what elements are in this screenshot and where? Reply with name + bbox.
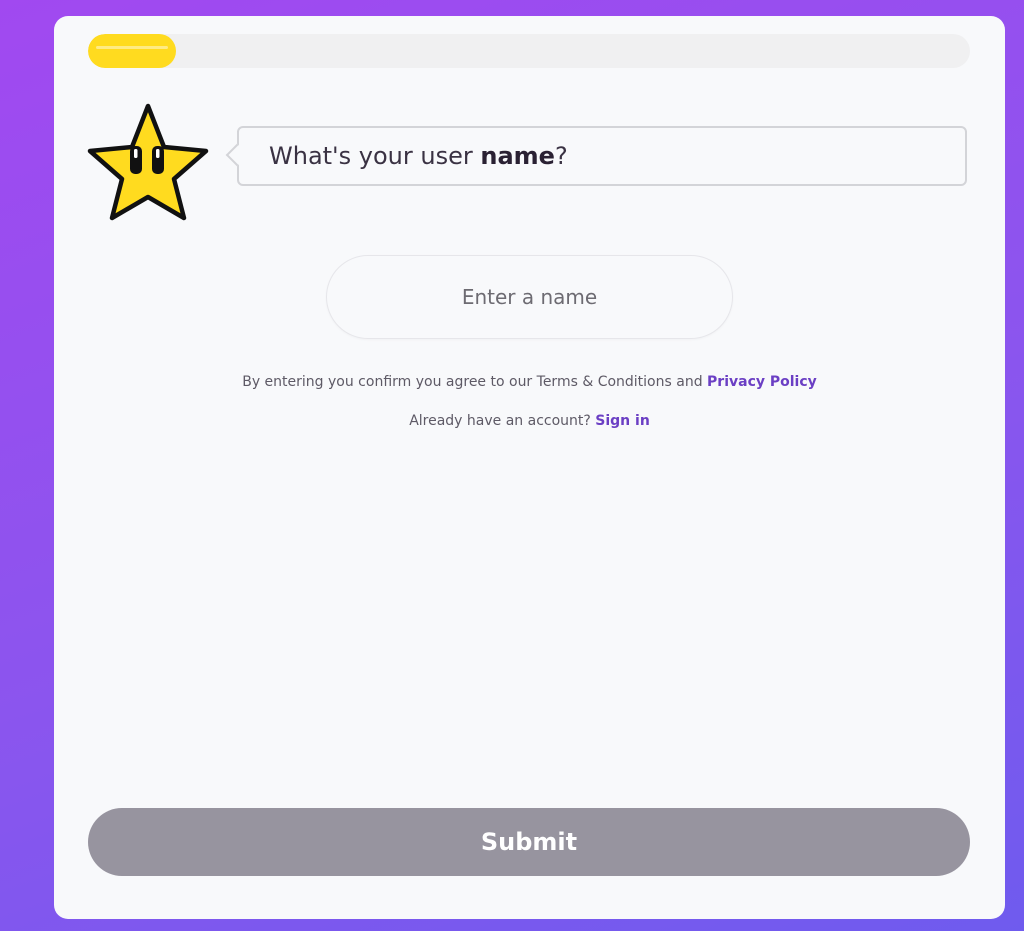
star-mascot-icon <box>87 103 209 221</box>
progress-fill <box>88 34 177 68</box>
signin-row: Already have an account? Sign in <box>54 413 1005 429</box>
signup-card: What's your user name? By entering you c… <box>54 16 1005 919</box>
submit-button[interactable]: Submit <box>88 808 970 876</box>
progress-bar <box>88 34 970 68</box>
question-prefix: What's your user <box>269 142 481 170</box>
star-body <box>87 103 209 221</box>
sign-in-link[interactable]: Sign in <box>595 413 650 429</box>
terms-notice: By entering you confirm you agree to our… <box>54 374 1005 390</box>
question-suffix: ? <box>554 142 568 170</box>
star-right-eye-highlight <box>156 149 160 158</box>
question-bubble: What's your user name? <box>225 126 967 186</box>
name-input[interactable] <box>326 255 733 339</box>
bubble-tail <box>225 143 249 167</box>
signin-prompt: Already have an account? <box>409 413 596 429</box>
progress-shine <box>96 46 169 49</box>
privacy-policy-link[interactable]: Privacy Policy <box>707 374 817 390</box>
question-emphasis: name <box>480 142 555 170</box>
terms-text: By entering you confirm you agree to our… <box>242 374 708 390</box>
star-left-eye-highlight <box>134 149 138 158</box>
question-text: What's your user name? <box>269 142 568 170</box>
